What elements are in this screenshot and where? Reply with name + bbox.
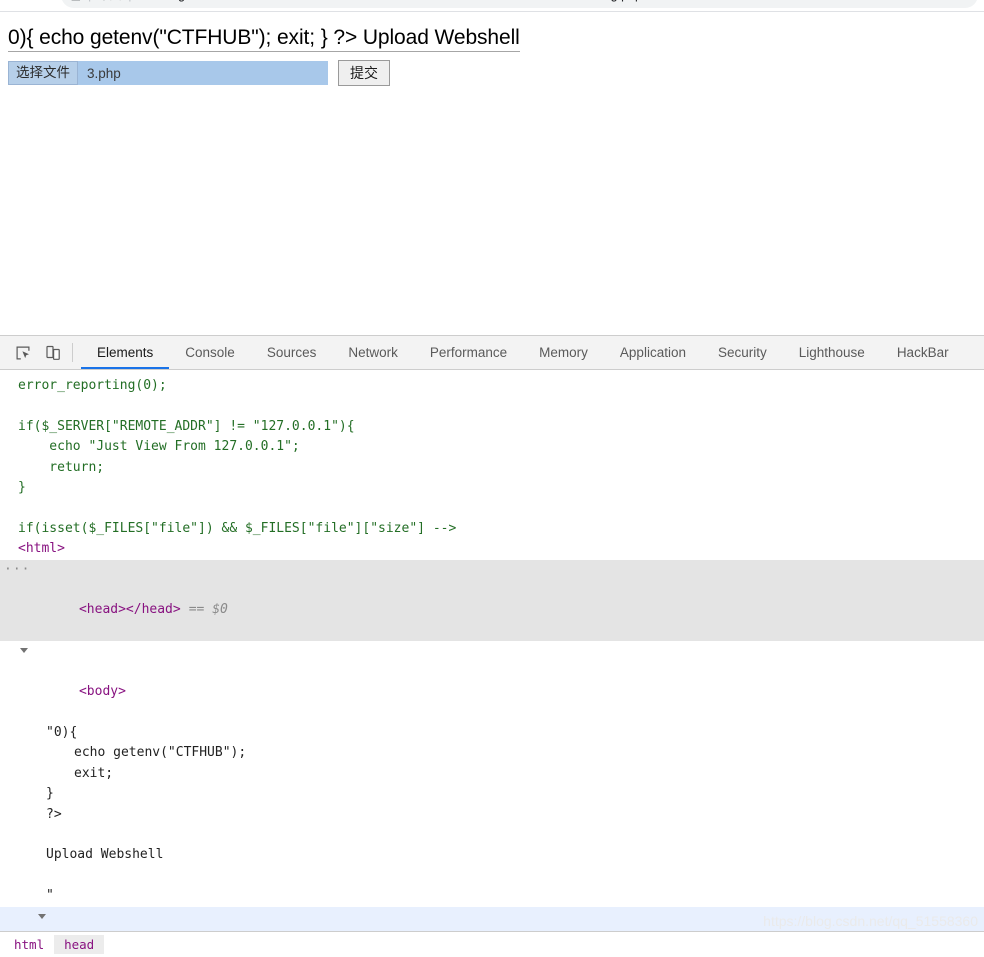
tab-hackbar[interactable]: HackBar bbox=[881, 336, 965, 369]
upload-form: 选择文件 3.php 提交 bbox=[8, 60, 976, 87]
dom-node-html-open[interactable]: <html> bbox=[0, 539, 984, 559]
tab-lighthouse[interactable]: Lighthouse bbox=[783, 336, 881, 369]
page-info-icon[interactable]: ▣ bbox=[71, 0, 81, 2]
tab-sources[interactable]: Sources bbox=[251, 336, 333, 369]
tab-network[interactable]: Network bbox=[332, 336, 414, 369]
omnibox-divider: | bbox=[88, 0, 91, 2]
tab-application[interactable]: Application bbox=[604, 336, 702, 369]
page-heading: 0){ echo getenv("CTFHUB"); exit; } ?> Up… bbox=[8, 26, 520, 53]
comment-text: error_reporting(0); bbox=[18, 378, 167, 393]
comment-text: echo "Just View From 127.0.0.1"; bbox=[18, 439, 300, 455]
chevron-down-icon[interactable] bbox=[20, 648, 28, 657]
tab-elements[interactable]: Elements bbox=[81, 336, 170, 369]
text-content: } bbox=[46, 786, 54, 802]
text-content: exit; bbox=[74, 765, 114, 781]
dom-line-blank bbox=[0, 498, 984, 518]
dom-text-node[interactable]: "0){ bbox=[0, 723, 984, 743]
dom-text-node[interactable]: } bbox=[0, 784, 984, 804]
dom-line[interactable]: if(isset($_FILES["file"]) && $_FILES["fi… bbox=[0, 519, 984, 539]
reload-icon[interactable]: ↻ bbox=[38, 0, 51, 3]
inspect-element-icon[interactable] bbox=[8, 336, 38, 369]
dom-node-form[interactable]: <form action="/flag.php" method="post" e… bbox=[0, 906, 984, 931]
selected-node-ref: == $0 bbox=[188, 602, 228, 618]
comment-text: if(isset($_FILES["file"]) && $_FILES["fi… bbox=[18, 520, 457, 536]
dom-line-blank bbox=[0, 396, 984, 416]
url-text: challenge-1fb12b9b8b23e08d.sandbox.ctfhu… bbox=[138, 0, 641, 2]
breadcrumb-item-head[interactable]: head bbox=[54, 935, 105, 954]
devtools-panel: Elements Console Sources Network Perform… bbox=[0, 335, 984, 957]
tag-name: <head></head> bbox=[78, 602, 181, 618]
collapsed-ellipsis-icon[interactable]: ··· bbox=[4, 560, 30, 580]
comment-text: return; bbox=[18, 459, 105, 475]
tab-memory[interactable]: Memory bbox=[523, 336, 604, 369]
text-content: ?> bbox=[46, 806, 62, 822]
breadcrumb-item-html[interactable]: html bbox=[4, 935, 54, 954]
page-viewport: 0){ echo getenv("CTFHUB"); exit; } ?> Up… bbox=[0, 12, 984, 335]
text-content: echo getenv("CTFHUB"); bbox=[74, 745, 247, 761]
dom-text-node[interactable]: " bbox=[0, 886, 984, 906]
browser-chrome: ‹ › ↻ ▣ | 中文 | challenge-1fb12b9b8b23e08… bbox=[0, 0, 984, 12]
text-content: "0){ bbox=[46, 724, 78, 740]
dom-line[interactable]: error_reporting(0); bbox=[0, 376, 984, 396]
dom-line[interactable]: } bbox=[0, 478, 984, 498]
comment-text: if($_SERVER["REMOTE_ADDR"] != "127.0.0.1… bbox=[18, 418, 355, 434]
devtools-tabs: Elements Console Sources Network Perform… bbox=[81, 336, 965, 369]
choose-file-button[interactable]: 选择文件 bbox=[8, 61, 78, 86]
dom-line-blank bbox=[0, 866, 984, 886]
address-bar[interactable]: ▣ | 中文 | challenge-1fb12b9b8b23e08d.sand… bbox=[60, 0, 978, 8]
devtools-toolbar: Elements Console Sources Network Perform… bbox=[0, 336, 984, 370]
dom-line-blank bbox=[0, 825, 984, 845]
dom-node-body-open[interactable]: <body> bbox=[0, 641, 984, 723]
tab-console[interactable]: Console bbox=[169, 336, 251, 369]
breadcrumb: html head bbox=[0, 931, 984, 957]
dom-text-node[interactable]: ?> bbox=[0, 805, 984, 825]
toolbar-divider bbox=[72, 343, 73, 362]
back-arrow-icon[interactable]: ‹ bbox=[8, 0, 13, 3]
forward-arrow-icon[interactable]: › bbox=[23, 0, 28, 3]
dom-tree[interactable]: error_reporting(0); if($_SERVER["REMOTE_… bbox=[0, 370, 984, 931]
tag-name: <html> bbox=[18, 541, 65, 557]
dom-line[interactable]: if($_SERVER["REMOTE_ADDR"] != "127.0.0.1… bbox=[0, 417, 984, 437]
translate-icon[interactable]: 中文 bbox=[98, 0, 121, 3]
file-input[interactable]: 选择文件 3.php bbox=[8, 61, 328, 86]
text-content: Upload Webshell bbox=[46, 847, 164, 863]
dom-text-node[interactable]: Upload Webshell bbox=[0, 845, 984, 865]
selected-file-name: 3.php bbox=[87, 65, 121, 81]
tab-performance[interactable]: Performance bbox=[414, 336, 523, 369]
device-toolbar-icon[interactable] bbox=[38, 336, 68, 369]
dom-line[interactable]: return; bbox=[0, 458, 984, 478]
dom-node-head[interactable]: ··· <head></head> == $0 bbox=[0, 559, 984, 642]
text-content: " bbox=[46, 888, 54, 904]
chevron-down-icon[interactable] bbox=[38, 913, 46, 923]
omnibox-divider-2: | bbox=[128, 0, 131, 2]
tab-security[interactable]: Security bbox=[702, 336, 783, 369]
dom-text-node[interactable]: echo getenv("CTFHUB"); bbox=[0, 743, 984, 763]
dom-text-node[interactable]: exit; bbox=[0, 764, 984, 784]
dom-line[interactable]: echo "Just View From 127.0.0.1"; bbox=[0, 437, 984, 457]
comment-text: } bbox=[18, 480, 26, 496]
tag-name: <body> bbox=[78, 684, 126, 700]
submit-button[interactable]: 提交 bbox=[338, 60, 390, 87]
